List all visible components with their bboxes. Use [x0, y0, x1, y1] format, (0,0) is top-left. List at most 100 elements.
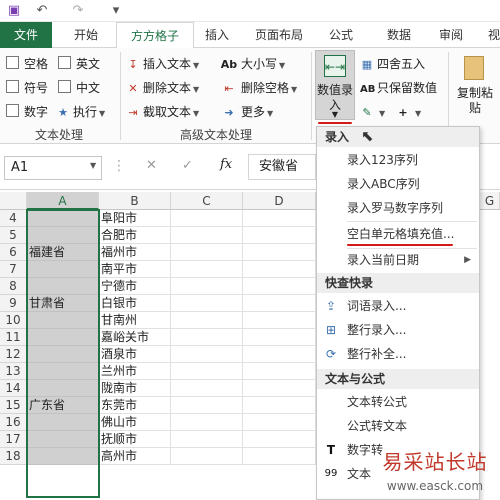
cell-c[interactable] — [171, 312, 243, 329]
cell-c[interactable] — [171, 397, 243, 414]
tab-file[interactable]: 文件 — [0, 22, 52, 48]
column-header-b[interactable]: B — [99, 192, 171, 210]
menu-item-123[interactable]: 录入123序列 — [317, 149, 479, 171]
cell-b[interactable]: 白银市 — [99, 295, 171, 312]
checkbox-space[interactable]: 空格 — [6, 54, 48, 74]
formula-input[interactable]: 安徽省 — [248, 154, 316, 180]
cell-b[interactable]: 宁德市 — [99, 278, 171, 295]
customize-icon[interactable]: ▾ — [108, 3, 124, 19]
cell-c[interactable] — [171, 380, 243, 397]
row-header[interactable]: 13 — [0, 363, 27, 380]
cell-d[interactable] — [243, 210, 316, 227]
cell-b[interactable]: 福州市 — [99, 244, 171, 261]
cell-d[interactable] — [243, 227, 316, 244]
cell-c[interactable] — [171, 346, 243, 363]
menu-item-fill-blank[interactable]: 空白单元格填充值... — [317, 223, 479, 245]
number-entry-button[interactable]: ⇤⇥ 数值录 入 ▼ — [315, 50, 355, 120]
cell-d[interactable] — [243, 346, 316, 363]
tab-home[interactable]: 开始 — [60, 22, 112, 48]
case-button[interactable]: Ab 大小写 ▼ — [220, 54, 285, 74]
cell-b[interactable]: 合肥市 — [99, 227, 171, 244]
cell-a[interactable]: 福建省 — [27, 244, 99, 261]
cell-c[interactable] — [171, 431, 243, 448]
column-header-c[interactable]: C — [171, 192, 243, 210]
column-header-a[interactable]: A — [27, 192, 99, 210]
row-header[interactable]: 14 — [0, 380, 27, 397]
cell-a[interactable]: 甘肃省 — [27, 295, 99, 312]
cell-d[interactable] — [243, 431, 316, 448]
cell-d[interactable] — [243, 414, 316, 431]
row-header[interactable]: 11 — [0, 329, 27, 346]
checkbox-number[interactable]: 数字 — [6, 102, 48, 122]
cell-d[interactable] — [243, 397, 316, 414]
cell-b[interactable]: 东莞市 — [99, 397, 171, 414]
cell-a[interactable] — [27, 448, 99, 465]
more-button[interactable]: ➜ 更多 ▼ — [220, 102, 273, 122]
cell-c[interactable] — [171, 278, 243, 295]
keep-value-button[interactable]: AB 只保留数值 — [360, 78, 437, 98]
column-header-d[interactable]: D — [243, 192, 316, 210]
menu-item-row-entry[interactable]: ⊞ 整行录入... — [317, 319, 479, 341]
row-header[interactable]: 5 — [0, 227, 27, 244]
cell-c[interactable] — [171, 363, 243, 380]
cell-b[interactable]: 佛山市 — [99, 414, 171, 431]
cancel-icon[interactable]: ✕ — [146, 158, 157, 173]
row-header[interactable]: 9 — [0, 295, 27, 312]
checkbox-english[interactable]: 英文 — [58, 54, 100, 74]
cut-text-button[interactable]: ⇥ 截取文本 ▼ — [126, 102, 199, 122]
cell-d[interactable] — [243, 448, 316, 465]
cell-d[interactable] — [243, 278, 316, 295]
cell-c[interactable] — [171, 448, 243, 465]
cell-d[interactable] — [243, 295, 316, 312]
cell-c[interactable] — [171, 414, 243, 431]
tab-view[interactable]: 视 — [484, 22, 500, 48]
menu-item-text-to-formula[interactable]: 文本转公式 — [317, 391, 479, 413]
column-header-g[interactable]: G — [480, 192, 500, 210]
cell-b[interactable]: 酒泉市 — [99, 346, 171, 363]
cell-a[interactable] — [27, 312, 99, 329]
chevron-down-icon[interactable]: ▼ — [90, 161, 96, 170]
fx-icon[interactable]: fx — [220, 157, 232, 172]
menu-item-row-fill[interactable]: ⟳ 整行补全... — [317, 343, 479, 365]
cell-a[interactable] — [27, 346, 99, 363]
cell-a[interactable] — [27, 278, 99, 295]
tab-fangfang[interactable]: 方方格子 — [116, 22, 194, 51]
row-header[interactable]: 17 — [0, 431, 27, 448]
cell-a[interactable] — [27, 210, 99, 227]
cell-d[interactable] — [243, 329, 316, 346]
name-box[interactable]: A1 — [4, 156, 102, 180]
row-header[interactable]: 16 — [0, 414, 27, 431]
cell-a[interactable] — [27, 431, 99, 448]
checkbox-chinese[interactable]: 中文 — [58, 78, 100, 98]
row-header[interactable]: 8 — [0, 278, 27, 295]
cell-b[interactable]: 阜阳市 — [99, 210, 171, 227]
row-header[interactable]: 4 — [0, 210, 27, 227]
cell-c[interactable] — [171, 261, 243, 278]
menu-item-formula-to-text[interactable]: 公式转文本 — [317, 415, 479, 437]
save-icon[interactable]: ▣ — [6, 3, 22, 19]
row-header[interactable]: 7 — [0, 261, 27, 278]
menu-item-abc[interactable]: 录入ABC序列 — [317, 173, 479, 195]
checkbox-symbol[interactable]: 符号 — [6, 78, 48, 98]
undo-icon[interactable]: ↶ — [34, 3, 50, 19]
tab-formulas[interactable]: 公式 — [320, 22, 362, 48]
delete-text-button[interactable]: ✕ 删除文本 ▼ — [126, 78, 199, 98]
insert-text-button[interactable]: ↧ 插入文本 ▼ — [126, 54, 199, 74]
cell-b[interactable]: 抚顺市 — [99, 431, 171, 448]
row-header[interactable]: 15 — [0, 397, 27, 414]
tab-page-layout[interactable]: 页面布局 — [246, 22, 312, 48]
copy-paste-button[interactable]: 复制粘 贴 — [452, 52, 498, 122]
round-button[interactable]: ▦ 四舍五入 — [360, 54, 425, 74]
tab-insert[interactable]: 插入 — [196, 22, 238, 48]
cell-b[interactable]: 南平市 — [99, 261, 171, 278]
cell-b[interactable]: 陇南市 — [99, 380, 171, 397]
cell-d[interactable] — [243, 363, 316, 380]
add-button[interactable]: + ▼ — [396, 102, 421, 122]
cell-c[interactable] — [171, 295, 243, 312]
cell-c[interactable] — [171, 244, 243, 261]
menu-item-date[interactable]: 录入当前日期 ▶ — [317, 249, 479, 271]
delete-space-button[interactable]: ⇤ 删除空格 ▼ — [220, 78, 297, 98]
cell-a[interactable] — [27, 380, 99, 397]
cell-b[interactable]: 高州市 — [99, 448, 171, 465]
tab-data[interactable]: 数据 — [378, 22, 420, 48]
